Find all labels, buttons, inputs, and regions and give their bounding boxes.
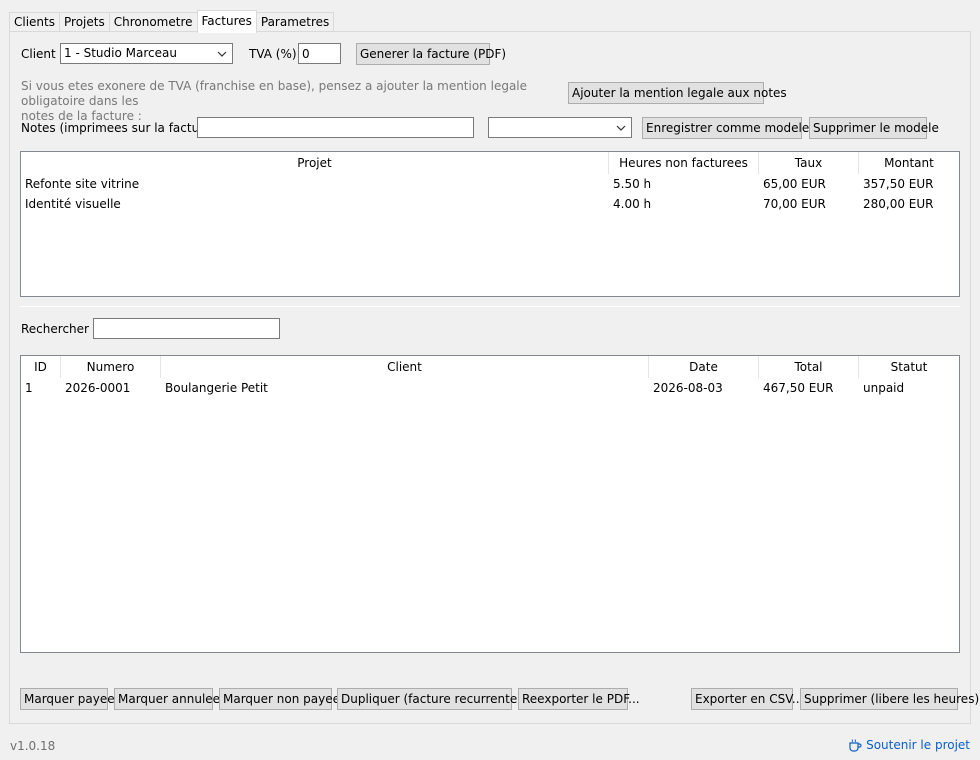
column-header-date[interactable]: Date: [649, 356, 759, 378]
support-project-link[interactable]: Soutenir le projet: [848, 738, 970, 752]
cell-statut: unpaid: [863, 381, 905, 395]
column-header-projet[interactable]: Projet: [21, 152, 609, 174]
table-row[interactable]: Identité visuelle 4.00 h 70,00 EUR 280,0…: [21, 194, 959, 214]
cell-projet: Identité visuelle: [25, 197, 121, 211]
cell-numero: 2026-0001: [65, 381, 131, 395]
unbilled-projects-table[interactable]: Projet Heures non facturees Taux Montant…: [20, 151, 960, 297]
export-csv-button[interactable]: Exporter en CSV...: [691, 688, 803, 710]
table-header: Projet Heures non facturees Taux Montant: [21, 152, 959, 174]
cell-taux: 65,00 EUR: [763, 177, 826, 191]
cell-heures: 5.50 h: [613, 177, 652, 191]
cell-client: Boulangerie Petit: [165, 381, 268, 395]
delete-template-button[interactable]: Supprimer le modele: [809, 117, 939, 139]
version-label: v1.0.18: [10, 739, 56, 753]
mark-unpaid-button[interactable]: Marquer non payee: [219, 688, 340, 710]
notes-label: Notes (imprimees sur la facture): [21, 121, 216, 135]
cell-id: 1: [25, 381, 33, 395]
tab-clients[interactable]: Clients: [9, 12, 60, 32]
chevron-down-icon: [217, 51, 227, 57]
support-link-label: Soutenir le projet: [866, 738, 970, 752]
client-select[interactable]: 1 - Studio Marceau: [60, 43, 233, 64]
duplicate-invoice-button[interactable]: Dupliquer (facture recurrente)...: [337, 688, 533, 710]
column-header-statut[interactable]: Statut: [859, 356, 959, 378]
search-input[interactable]: [93, 318, 280, 339]
invoices-table[interactable]: ID Numero Client Date Total Statut 1 202…: [20, 355, 960, 653]
cell-montant: 357,50 EUR: [863, 177, 934, 191]
template-select[interactable]: [488, 117, 632, 138]
tva-input[interactable]: [298, 43, 341, 64]
generate-invoice-button[interactable]: Generer la facture (PDF): [356, 43, 506, 65]
column-header-montant[interactable]: Montant: [859, 152, 959, 174]
cell-montant: 280,00 EUR: [863, 197, 934, 211]
delete-invoice-button[interactable]: Supprimer (libere les heures): [800, 688, 979, 710]
table-body: Refonte site vitrine 5.50 h 65,00 EUR 35…: [21, 174, 959, 214]
mark-paid-button[interactable]: Marquer payee: [20, 688, 115, 710]
chevron-down-icon: [616, 125, 626, 131]
table-body: 1 2026-0001 Boulangerie Petit 2026-08-03…: [21, 378, 959, 398]
tab-projets[interactable]: Projets: [59, 12, 110, 32]
cell-total: 467,50 EUR: [763, 381, 834, 395]
factures-panel: Client 1 - Studio Marceau TVA (%) Genere…: [9, 31, 979, 724]
reexport-pdf-button[interactable]: Reexporter le PDF...: [518, 688, 640, 710]
exemption-note-line1: Si vous etes exonere de TVA (franchise e…: [21, 79, 528, 108]
tab-chronometre[interactable]: Chronometre: [108, 12, 198, 32]
tva-label: TVA (%): [249, 47, 297, 61]
tab-parametres[interactable]: Parametres: [255, 12, 335, 32]
column-header-taux[interactable]: Taux: [759, 152, 859, 174]
save-template-button[interactable]: Enregistrer comme modele...: [642, 117, 821, 139]
client-label: Client: [21, 47, 56, 61]
cell-date: 2026-08-03: [653, 381, 723, 395]
column-header-id[interactable]: ID: [21, 356, 61, 378]
tab-bar: Clients Projets Chronometre Factures Par…: [9, 10, 335, 33]
column-header-numero[interactable]: Numero: [61, 356, 161, 378]
cell-heures: 4.00 h: [613, 197, 652, 211]
table-row[interactable]: Refonte site vitrine 5.50 h 65,00 EUR 35…: [21, 174, 959, 194]
cell-taux: 70,00 EUR: [763, 197, 826, 211]
search-label: Rechercher :: [21, 322, 97, 336]
column-header-client[interactable]: Client: [161, 356, 649, 378]
cup-icon: [849, 739, 862, 752]
tab-factures[interactable]: Factures: [196, 10, 257, 33]
table-header: ID Numero Client Date Total Statut: [21, 356, 959, 378]
add-legal-mention-button[interactable]: Ajouter la mention legale aux notes: [568, 82, 787, 104]
client-select-value: 1 - Studio Marceau: [64, 46, 177, 60]
column-header-heures[interactable]: Heures non facturees: [609, 152, 759, 174]
notes-input[interactable]: [197, 117, 474, 138]
column-header-total[interactable]: Total: [759, 356, 859, 378]
table-row[interactable]: 1 2026-0001 Boulangerie Petit 2026-08-03…: [21, 378, 959, 398]
mark-cancelled-button[interactable]: Marquer annulee: [114, 688, 220, 710]
section-divider: [20, 306, 960, 307]
cell-projet: Refonte site vitrine: [25, 177, 140, 191]
